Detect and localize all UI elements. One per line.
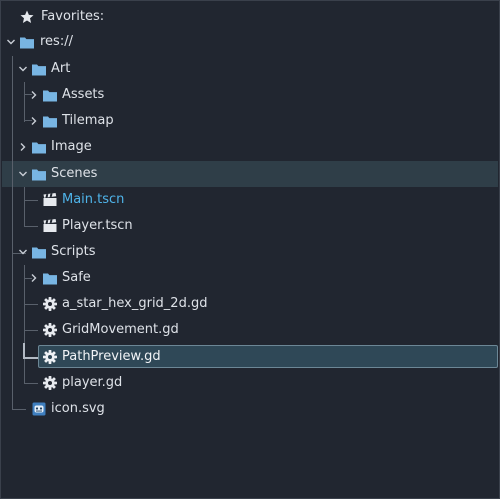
tree-item-a-star-script[interactable]: a_star_hex_grid_2d.gd [1,291,497,317]
folder-icon [43,88,57,102]
tree-item-image[interactable]: Image [1,134,497,160]
scene-clapperboard-icon [43,219,57,233]
tree-item-art[interactable]: Art [1,56,497,82]
tree-item-player-script[interactable]: player.gd [1,370,497,396]
folder-icon [32,167,46,181]
tree-item-label: GridMovement.gd [62,322,179,337]
gear-icon [43,323,57,337]
tree-item-label: Tilemap [62,113,114,128]
favorites-row[interactable]: Favorites: [1,4,497,30]
star-icon [20,10,34,24]
gear-icon [43,350,57,364]
folder-icon [32,62,46,76]
tree-item-label: Assets [62,87,105,102]
tree-item-label: Scenes [51,166,98,181]
chevron-down-icon[interactable] [18,169,28,179]
tree-item-tilemap[interactable]: Tilemap [1,108,497,134]
chevron-down-icon[interactable] [18,247,28,257]
favorites-label: Favorites: [41,9,105,24]
tree-item-label: res:// [40,34,73,49]
folder-icon [32,140,46,154]
chevron-right-icon[interactable] [18,142,28,152]
folder-icon [20,35,34,49]
tree-item-grid-movement-script[interactable]: GridMovement.gd [1,317,497,343]
tree-item-label: icon.svg [51,401,105,416]
folder-icon [32,245,46,259]
tree-item-res-root[interactable]: res:// [1,29,497,55]
chevron-right-icon[interactable] [29,273,39,283]
tree-item-label: Art [51,61,71,76]
scene-clapperboard-icon [43,193,57,207]
chevron-down-icon[interactable] [6,37,16,47]
folder-icon [43,114,57,128]
tree-item-scripts[interactable]: Scripts [1,239,497,265]
tree-item-player-tscn[interactable]: Player.tscn [1,213,497,239]
chevron-right-icon[interactable] [29,90,39,100]
tree-item-safe[interactable]: Safe [1,265,497,291]
tree-item-assets[interactable]: Assets [1,82,497,108]
folder-icon [43,271,57,285]
tree-item-label: a_star_hex_grid_2d.gd [62,296,208,311]
tree-item-label: PathPreview.gd [62,349,161,364]
tree-item-main-tscn[interactable]: Main.tscn [1,187,497,213]
tree-item-icon-svg[interactable]: icon.svg [1,396,497,422]
godot-image-icon [32,402,46,416]
tree-item-label: Safe [62,270,91,285]
chevron-down-icon[interactable] [18,64,28,74]
gear-icon [43,297,57,311]
tree-item-label: Image [51,139,92,154]
gear-icon [43,376,57,390]
tree-item-scenes[interactable]: Scenes [1,161,497,187]
filesystem-dock: Favorites: res:// Art Assets Tilemap Ima… [0,0,500,499]
chevron-right-icon[interactable] [29,116,39,126]
tree-item-label: Player.tscn [62,218,133,233]
tree-item-label: Main.tscn [62,192,125,207]
tree-item-path-preview-script[interactable]: PathPreview.gd [1,344,497,370]
tree-item-label: Scripts [51,244,96,259]
tree-item-label: player.gd [62,375,123,390]
